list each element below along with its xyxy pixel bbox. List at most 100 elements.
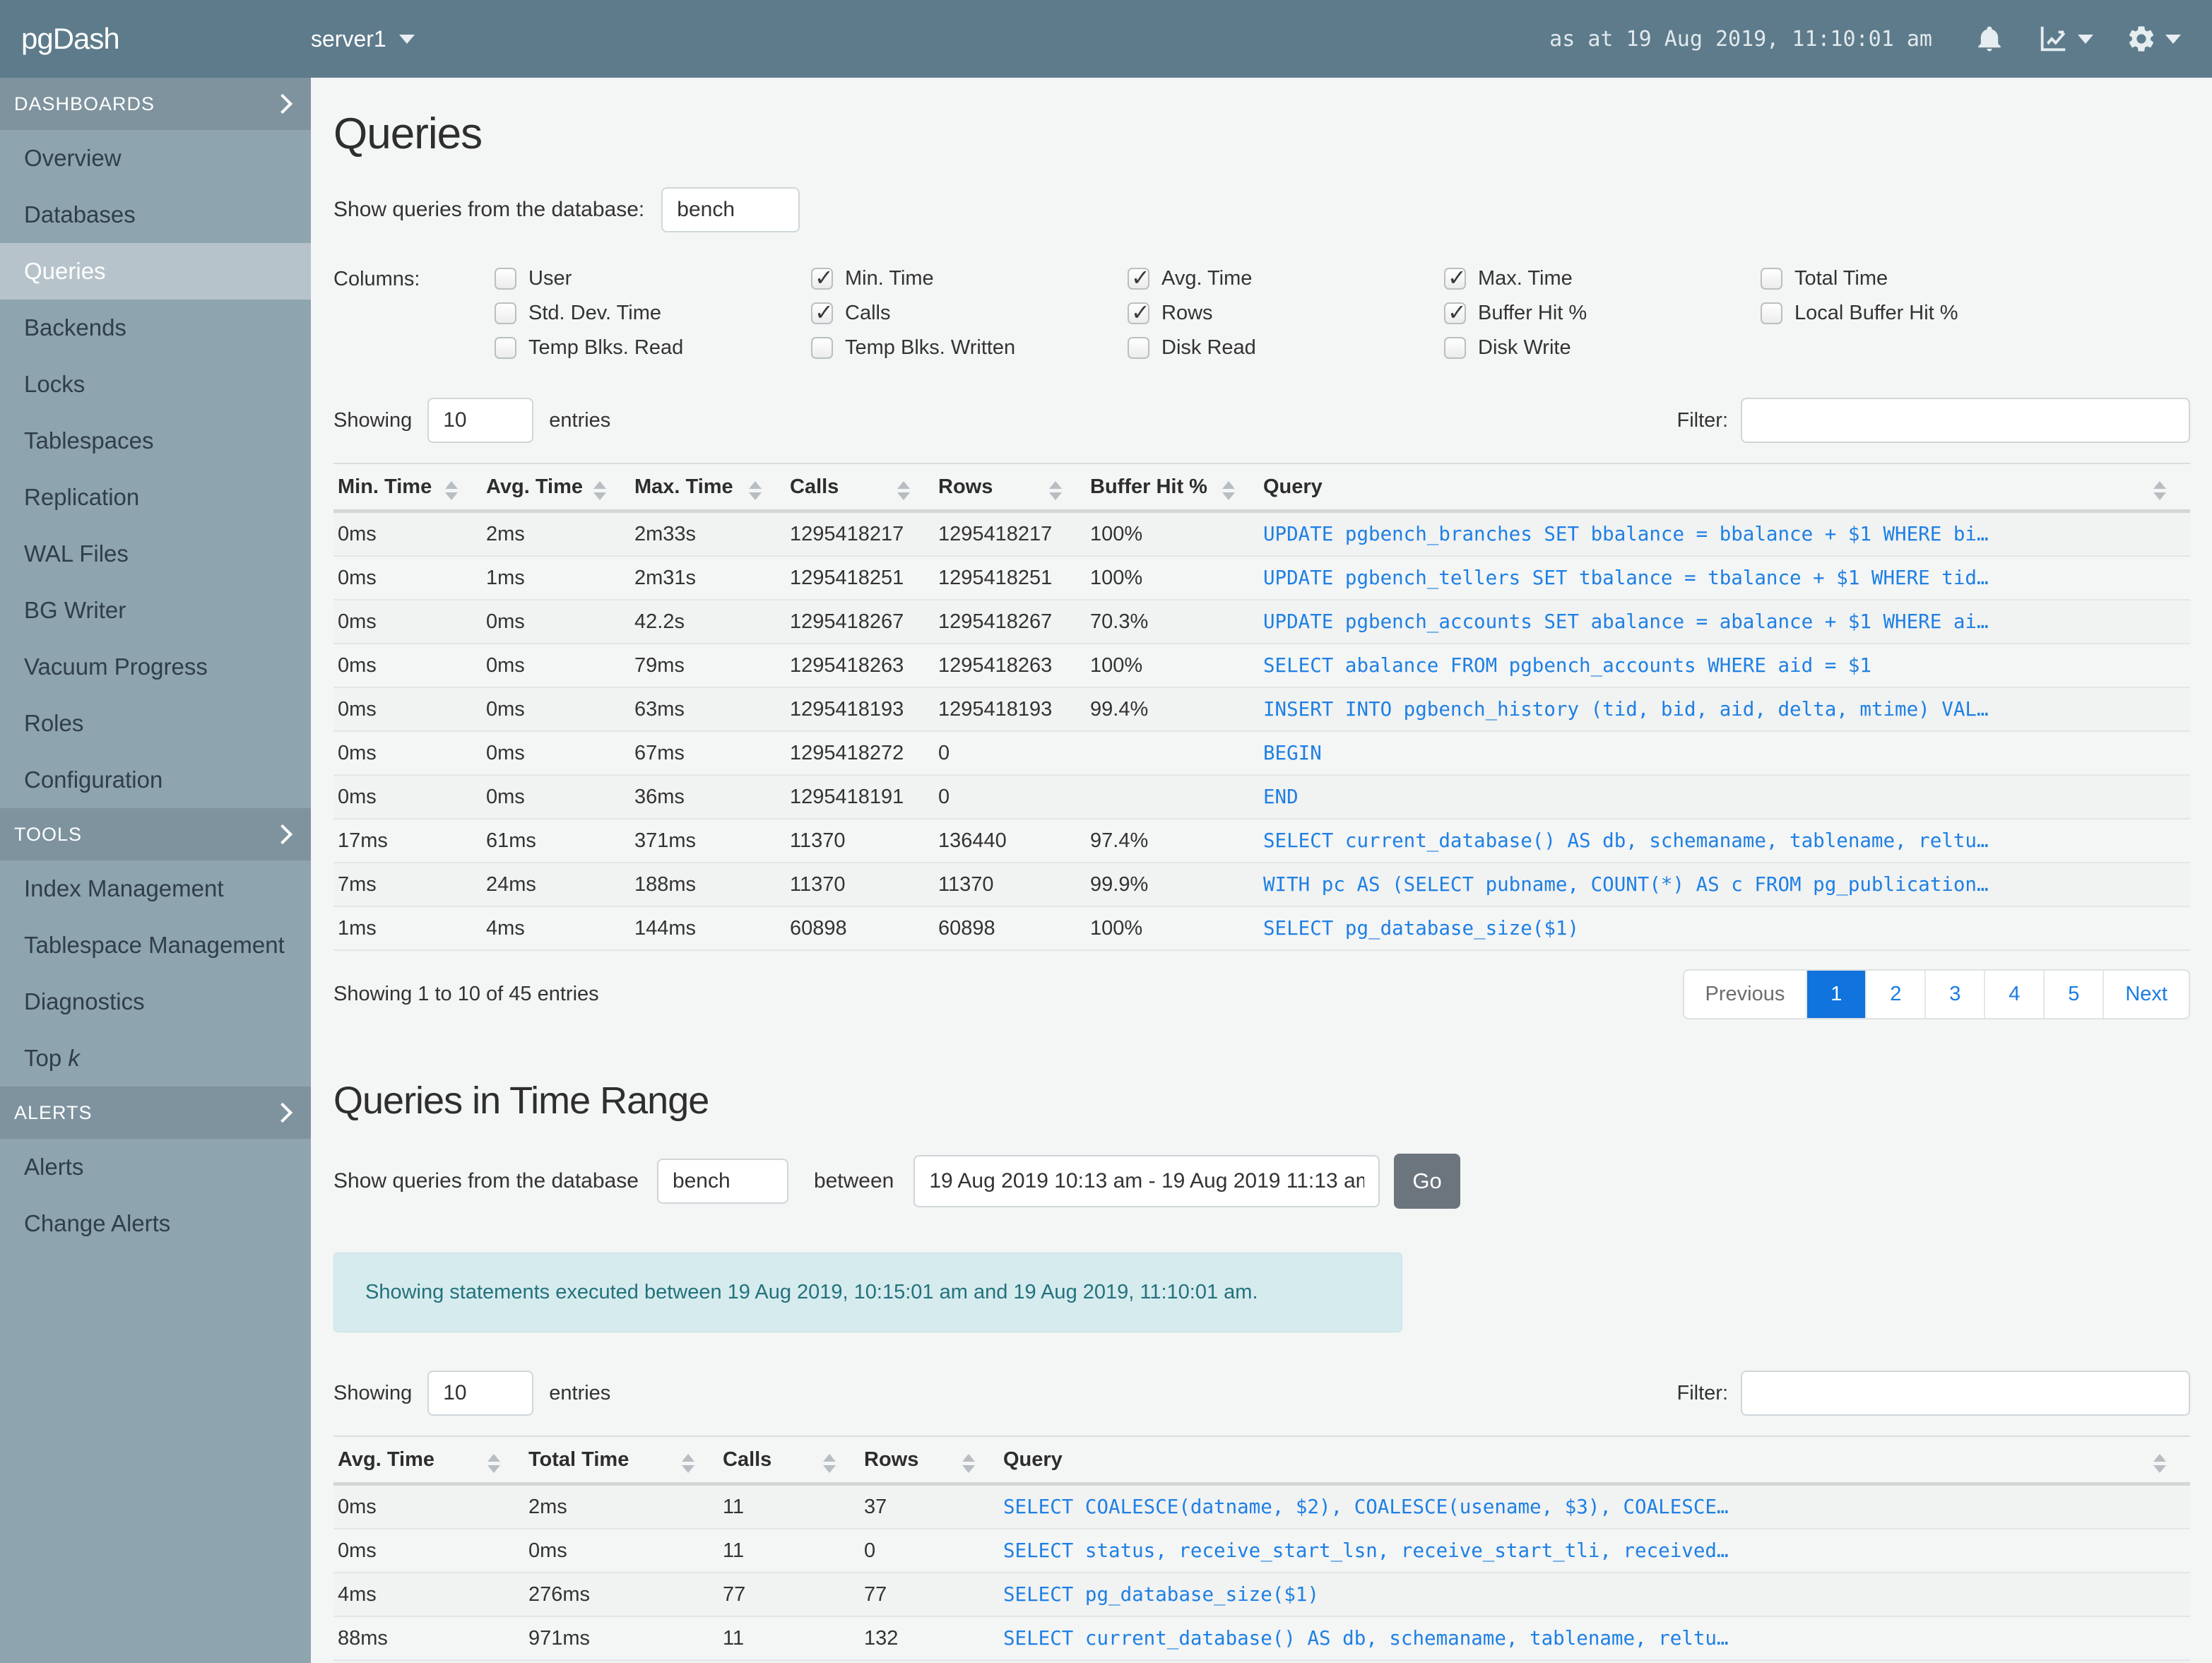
- column-header-buffer-hit[interactable]: Buffer Hit %: [1086, 463, 1259, 513]
- column-option-buffer-hit[interactable]: Buffer Hit %: [1444, 299, 1761, 326]
- sidebar-item-backends[interactable]: Backends: [0, 300, 311, 356]
- checkbox-buffer-hit[interactable]: [1444, 299, 1467, 326]
- checkbox-max-time[interactable]: [1444, 264, 1467, 291]
- sidebar-item-diagnostics[interactable]: Diagnostics: [0, 973, 311, 1030]
- charts-menu-button[interactable]: [2037, 23, 2093, 55]
- pagination-previous[interactable]: Previous: [1684, 971, 1806, 1018]
- sidebar-item-overview[interactable]: Overview: [0, 130, 311, 187]
- sidebar-item-locks[interactable]: Locks: [0, 356, 311, 413]
- sidebar-item-vacuum-progress[interactable]: Vacuum Progress: [0, 639, 311, 695]
- column-header-calls[interactable]: Calls: [718, 1436, 860, 1486]
- query-link[interactable]: INSERT INTO pgbench_history (tid, bid, a…: [1259, 687, 2190, 732]
- sort-up-arrow: [487, 1454, 500, 1462]
- sidebar-item-queries[interactable]: Queries: [0, 243, 311, 300]
- server-selector[interactable]: server1: [311, 26, 415, 52]
- column-header-query[interactable]: Query: [999, 1436, 2190, 1486]
- column-option-temp-blks-read[interactable]: Temp Blks. Read: [495, 336, 811, 360]
- query-link[interactable]: SELECT pg_database_size($1): [1259, 906, 2190, 951]
- sidebar-section-alerts[interactable]: ALERTS: [0, 1087, 311, 1139]
- checkbox-user[interactable]: [495, 267, 516, 290]
- query-link[interactable]: WITH pc AS (SELECT pubname, COUNT(*) AS …: [1259, 863, 2190, 907]
- sidebar-item-change-alerts[interactable]: Change Alerts: [0, 1195, 311, 1252]
- entries-count-select[interactable]: [427, 398, 534, 443]
- query-link[interactable]: BEGIN: [1259, 731, 2190, 776]
- column-option-disk-write[interactable]: Disk Write: [1444, 336, 1761, 360]
- sidebar-item-wal-files[interactable]: WAL Files: [0, 526, 311, 582]
- pagination-page-1[interactable]: 1: [1806, 971, 1866, 1018]
- query-link[interactable]: SELECT pg_database_size($1): [999, 1573, 2190, 1617]
- column-header-rows[interactable]: Rows: [860, 1436, 999, 1486]
- column-header-rows[interactable]: Rows: [934, 463, 1086, 513]
- column-option-temp-blks-written[interactable]: Temp Blks. Written: [811, 336, 1128, 360]
- column-header-avg-time[interactable]: Avg. Time: [333, 1436, 524, 1486]
- app-logo[interactable]: pgDash: [0, 22, 311, 56]
- sidebar-item-bg-writer[interactable]: BG Writer: [0, 582, 311, 639]
- pagination-next[interactable]: Next: [2102, 971, 2189, 1018]
- entries-count-select-2[interactable]: [427, 1371, 534, 1416]
- query-link[interactable]: END: [1259, 775, 2190, 819]
- database-select[interactable]: [661, 187, 800, 232]
- column-header-calls[interactable]: Calls: [786, 463, 934, 513]
- checkbox-rows[interactable]: [1128, 299, 1150, 326]
- query-link[interactable]: SELECT current_database() AS db, scheman…: [999, 1616, 2190, 1661]
- cell-total-time: 971ms: [524, 1616, 718, 1661]
- pagination-page-5[interactable]: 5: [2043, 971, 2102, 1018]
- sidebar-item-index-management[interactable]: Index Management: [0, 860, 311, 917]
- column-option-rows[interactable]: Rows: [1128, 299, 1444, 326]
- column-option-avg-time[interactable]: Avg. Time: [1128, 264, 1444, 291]
- sidebar-item-tablespaces[interactable]: Tablespaces: [0, 413, 311, 469]
- checkbox-std-dev-time[interactable]: [495, 302, 516, 324]
- sidebar-item-databases[interactable]: Databases: [0, 187, 311, 243]
- checkbox-total-time[interactable]: [1761, 267, 1782, 290]
- sidebar-item-tablespace-management[interactable]: Tablespace Management: [0, 917, 311, 973]
- checkbox-disk-read[interactable]: [1128, 336, 1149, 359]
- filter-label-2: Filter:: [1676, 1381, 1729, 1404]
- query-link[interactable]: SELECT status, receive_start_lsn, receiv…: [999, 1529, 2190, 1573]
- column-header-min-time[interactable]: Min. Time: [333, 463, 482, 513]
- query-link[interactable]: SELECT abalance FROM pgbench_accounts WH…: [1259, 644, 2190, 688]
- sidebar-item-roles[interactable]: Roles: [0, 695, 311, 752]
- column-option-user[interactable]: User: [495, 266, 811, 290]
- sidebar-item-alerts[interactable]: Alerts: [0, 1139, 311, 1195]
- column-option-total-time[interactable]: Total Time: [1761, 266, 2077, 290]
- column-header-query[interactable]: Query: [1259, 463, 2190, 513]
- database-select-2[interactable]: [656, 1159, 788, 1204]
- checkbox-temp-blks-written[interactable]: [811, 336, 833, 359]
- settings-menu-button[interactable]: [2126, 23, 2181, 54]
- checkbox-min-time[interactable]: [811, 264, 834, 291]
- column-option-min-time[interactable]: Min. Time: [811, 264, 1128, 291]
- sidebar-section-tools[interactable]: TOOLS: [0, 808, 311, 860]
- checkbox-avg-time[interactable]: [1128, 264, 1150, 291]
- pagination-page-3[interactable]: 3: [1924, 971, 1984, 1018]
- column-header-total-time[interactable]: Total Time: [524, 1436, 718, 1486]
- column-option-std-dev-time[interactable]: Std. Dev. Time: [495, 301, 811, 325]
- column-option-disk-read[interactable]: Disk Read: [1128, 336, 1444, 360]
- checkbox-disk-write[interactable]: [1444, 336, 1466, 359]
- pagination-page-2[interactable]: 2: [1865, 971, 1924, 1018]
- sidebar-section-dashboards[interactable]: DASHBOARDS: [0, 78, 311, 130]
- time-range-input[interactable]: [913, 1155, 1380, 1207]
- query-link[interactable]: SELECT name, setting, COALESCE(boot_val,…: [999, 1660, 2190, 1663]
- cell-min-time: 0ms: [333, 731, 482, 776]
- sidebar-item-top-k[interactable]: Top k: [0, 1030, 311, 1087]
- column-option-max-time[interactable]: Max. Time: [1444, 264, 1761, 291]
- query-link[interactable]: UPDATE pgbench_branches SET bbalance = b…: [1259, 511, 2190, 557]
- notifications-button[interactable]: [1975, 24, 2004, 54]
- column-option-local-buffer-hit[interactable]: Local Buffer Hit %: [1761, 301, 2077, 325]
- pagination-page-4[interactable]: 4: [1984, 971, 2043, 1018]
- checkbox-temp-blks-read[interactable]: [495, 336, 516, 359]
- filter-input[interactable]: [1741, 398, 2190, 443]
- query-link[interactable]: UPDATE pgbench_tellers SET tbalance = tb…: [1259, 556, 2190, 600]
- go-button[interactable]: Go: [1394, 1154, 1460, 1209]
- sidebar-item-configuration[interactable]: Configuration: [0, 752, 311, 808]
- query-link[interactable]: SELECT current_database() AS db, scheman…: [1259, 819, 2190, 863]
- column-option-calls[interactable]: Calls: [811, 299, 1128, 326]
- checkbox-local-buffer-hit[interactable]: [1761, 302, 1782, 324]
- sidebar-item-replication[interactable]: Replication: [0, 469, 311, 526]
- column-header-max-time[interactable]: Max. Time: [630, 463, 786, 513]
- column-header-avg-time[interactable]: Avg. Time: [482, 463, 630, 513]
- checkbox-calls[interactable]: [811, 299, 834, 326]
- query-link[interactable]: UPDATE pgbench_accounts SET abalance = a…: [1259, 600, 2190, 644]
- filter-input-2[interactable]: [1741, 1371, 2190, 1416]
- query-link[interactable]: SELECT COALESCE(datname, $2), COALESCE(u…: [999, 1484, 2190, 1529]
